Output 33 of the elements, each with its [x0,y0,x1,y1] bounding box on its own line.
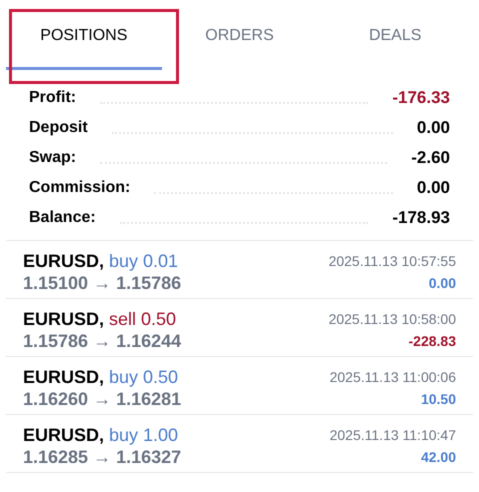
price-range: 1.15786 → 1.16244 [23,330,182,352]
symbol: EURUSD, [23,366,104,388]
symbol: EURUSD, [23,250,104,272]
timestamp: 2025.11.13 11:10:47 [330,426,456,445]
summary-label: Profit: [29,88,76,108]
profit: -228.83 [408,332,456,351]
timestamp: 2025.11.13 10:58:00 [328,310,456,329]
profit: 10.50 [420,390,456,409]
price-range: 1.16285 → 1.16327 [23,446,182,468]
summary-label: Commission: [29,178,130,198]
trade-type: sell 0.50 [109,308,176,330]
timestamp: 2025.11.13 11:00:06 [330,368,456,387]
summary-label: Balance: [29,208,96,228]
summary-value: 0.00 [416,116,450,138]
summary-value: 0.00 [416,176,450,198]
summary-label: Deposit [29,118,88,138]
tab[interactable]: POSITIONS [6,0,162,70]
symbol: EURUSD, [23,308,104,330]
timestamp: 2025.11.13 10:57:55 [328,252,456,271]
tab[interactable]: ORDERS [162,0,318,70]
trade-type: buy 1.00 [109,424,178,446]
trade-type: buy 0.01 [109,250,178,272]
profit: 42.00 [420,448,456,467]
price-range: 1.16260 → 1.16281 [23,388,182,410]
symbol: EURUSD, [23,424,104,446]
profit: 0.00 [428,274,456,293]
summary-value: -176.33 [392,86,450,108]
summary-value: -2.60 [411,146,450,168]
summary-value: -178.93 [392,206,450,228]
price-range: 1.15100 → 1.15786 [23,272,182,294]
tab[interactable]: DEALS [317,0,474,70]
trade-type: buy 0.50 [109,366,178,388]
summary-label: Swap: [29,148,76,168]
